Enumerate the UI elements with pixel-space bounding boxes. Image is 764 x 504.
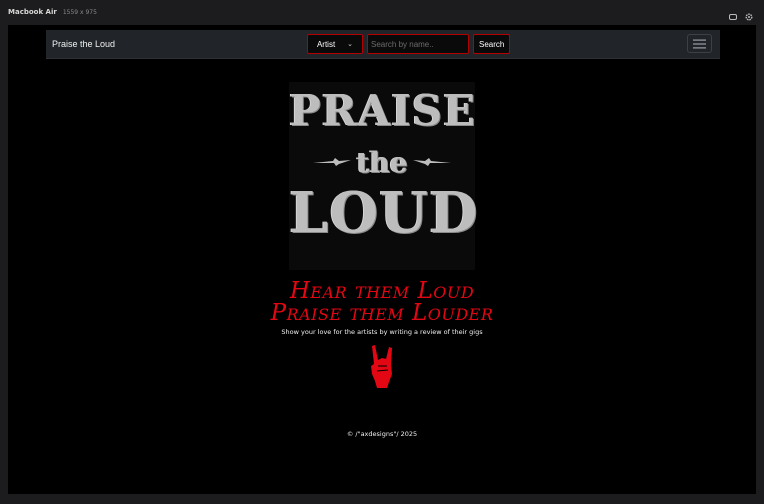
praise-the-loud-logo: PRAISE the LOUD bbox=[289, 82, 479, 270]
lightning-bolt-right-icon bbox=[413, 158, 451, 166]
search-button[interactable]: Search bbox=[473, 34, 511, 54]
tagline-line-2: Praise them Louder bbox=[270, 300, 494, 326]
search-form: Artist ⌄ Search bbox=[307, 34, 511, 54]
device-toolbar-icons bbox=[728, 7, 754, 21]
search-input[interactable] bbox=[367, 34, 469, 54]
hero-subtitle: Show your love for the artists by writin… bbox=[281, 328, 483, 336]
device-name: Macbook Air bbox=[8, 8, 57, 16]
page-viewport: Praise the Loud Artist ⌄ Search PRAISE t bbox=[8, 25, 756, 494]
device-size: 1559 x 975 bbox=[62, 8, 97, 16]
brand-link[interactable]: Praise the Loud bbox=[52, 30, 115, 58]
rock-horns-hand-icon bbox=[371, 345, 392, 388]
hamburger-icon bbox=[693, 34, 706, 53]
logo-word-praise: PRAISE bbox=[289, 86, 477, 135]
search-category-select[interactable]: Artist ⌄ bbox=[307, 34, 363, 54]
settings-icon[interactable] bbox=[744, 7, 754, 21]
menu-toggle-button[interactable] bbox=[687, 34, 712, 53]
rotate-icon[interactable] bbox=[728, 7, 738, 20]
navbar: Praise the Loud Artist ⌄ Search bbox=[46, 30, 720, 59]
logo-word-loud: LOUD bbox=[289, 180, 479, 246]
device-toolbar: Macbook Air 1559 x 975 bbox=[0, 0, 764, 24]
footer-copyright: © /"axdesigns"/ 2025 bbox=[346, 430, 418, 438]
chevron-down-icon: ⌄ bbox=[347, 41, 354, 48]
search-category-value: Artist bbox=[316, 39, 336, 49]
